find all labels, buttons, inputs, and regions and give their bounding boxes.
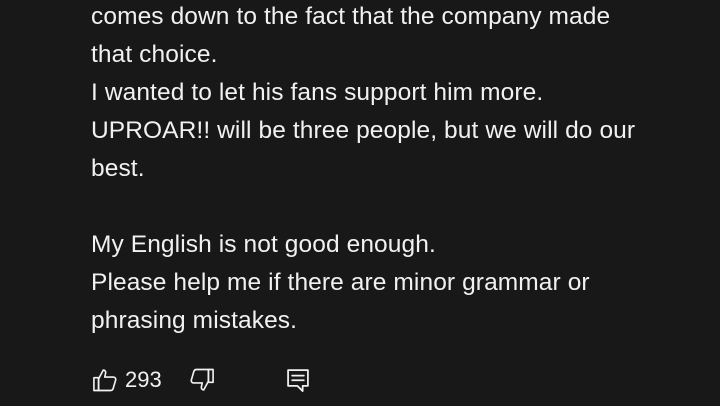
comment-text-line: best. <box>91 155 145 182</box>
paragraph-break <box>91 188 691 226</box>
reply-button[interactable] <box>284 366 312 394</box>
comment-text-line: My English is not good enough. <box>91 231 436 258</box>
comment-text-line: Please help me if there are minor gramma… <box>91 269 590 296</box>
comment-action-bar: 293 <box>91 364 312 396</box>
thumbs-up-icon <box>91 366 119 394</box>
reply-comment-icon <box>284 366 312 394</box>
comment-body: comes down to the fact that the company … <box>91 0 691 340</box>
comment-text-line: that choice. <box>91 41 218 68</box>
dislike-button[interactable] <box>188 366 216 394</box>
comment-text-line: UPROAR!! will be three people, but we wi… <box>91 117 636 144</box>
thumbs-down-icon <box>188 366 216 394</box>
comment-text-line: phrasing mistakes. <box>91 307 298 334</box>
like-count: 293 <box>125 367 162 392</box>
comment-text-line: I wanted to let his fans support him mor… <box>91 79 544 106</box>
comment-text-line: comes down to the fact that the company … <box>91 3 611 30</box>
like-button[interactable] <box>91 366 119 394</box>
